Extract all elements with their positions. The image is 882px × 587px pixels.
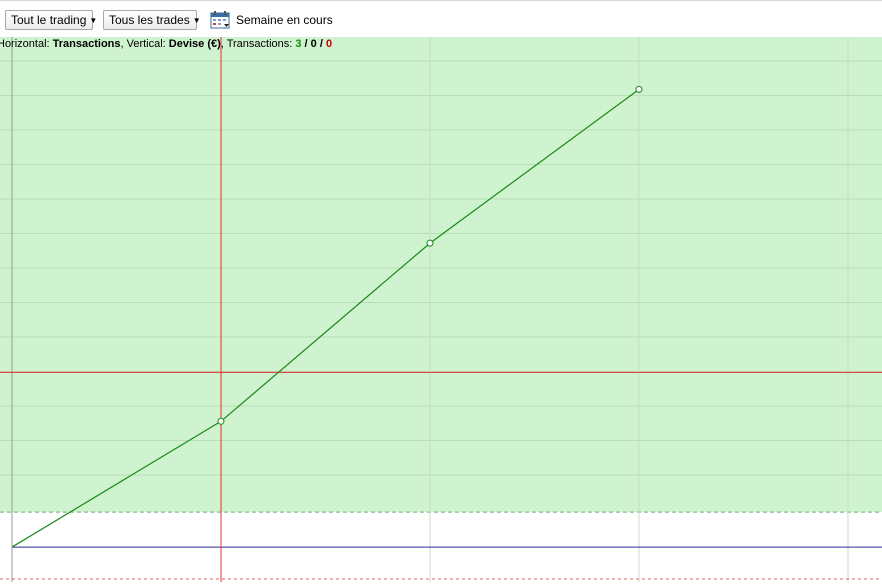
separator: / (316, 38, 326, 50)
losses-count: 0 (325, 38, 333, 50)
chart-area[interactable]: Horizontal: Transactions, Vertical: Devi… (0, 37, 882, 582)
data-point (217, 417, 225, 425)
caret-down-icon: ▼ (89, 16, 98, 25)
toolbar: Tout le trading ▼ Tous les trades ▼ Semain… (0, 0, 882, 37)
equity-chart[interactable] (0, 37, 882, 582)
vertical-value: Devise (€) (168, 38, 221, 50)
chart-info-bar: Horizontal: Transactions, Vertical: Devi… (0, 37, 332, 51)
data-point (426, 239, 434, 247)
transactions-label: , Transactions: (220, 38, 296, 50)
period-selector[interactable]: Semaine en cours (210, 10, 333, 30)
horizontal-value: Transactions (52, 38, 121, 50)
trades-filter-dropdown[interactable]: Tous les trades ▼ (103, 10, 201, 30)
trades-filter-label: Tous les trades (109, 13, 190, 27)
separator: / (301, 38, 311, 50)
caret-down-icon: ▼ (192, 16, 201, 25)
data-point (635, 85, 643, 93)
calendar-icon[interactable] (210, 11, 230, 29)
vertical-label: , Vertical: (120, 38, 169, 50)
trading-filter-dropdown[interactable]: Tout le trading ▼ (5, 10, 97, 30)
horizontal-label: Horizontal: (0, 38, 53, 50)
trading-filter-label: Tout le trading (11, 13, 87, 27)
period-label: Semaine en cours (236, 13, 333, 27)
